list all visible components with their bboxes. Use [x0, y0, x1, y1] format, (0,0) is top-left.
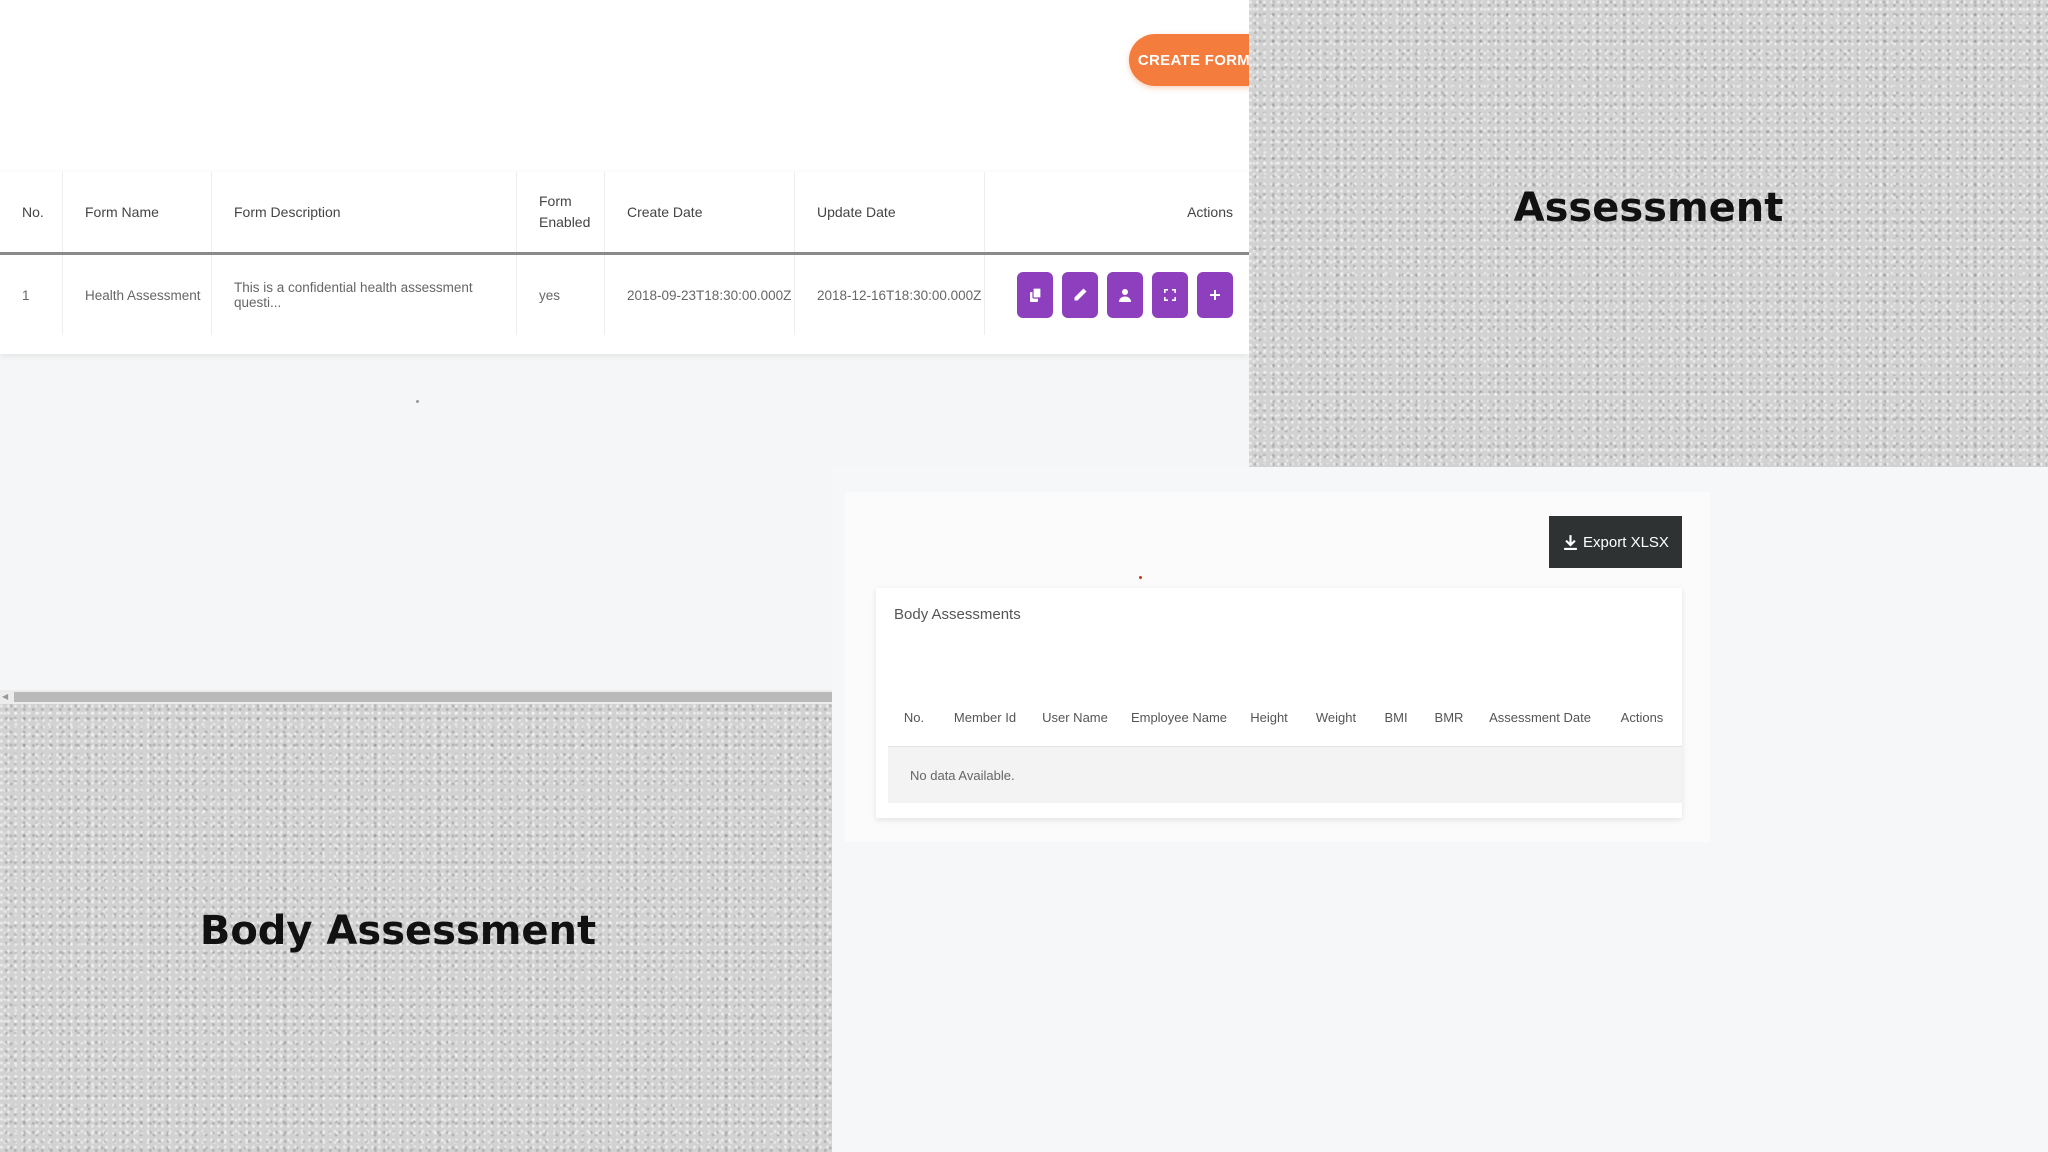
header-update-date: Update Date	[795, 172, 985, 252]
header-create-date: Create Date	[605, 172, 795, 252]
header-actions: Actions	[1187, 204, 1233, 220]
cell-form-enabled: yes	[517, 255, 605, 335]
plus-icon	[1210, 290, 1220, 300]
header-form-description: Form Description	[212, 172, 517, 252]
body-assessments-table: No. Member Id User Name Employee Name He…	[888, 688, 1682, 803]
header-form-enabled: Form Enabled	[517, 172, 605, 252]
cell-no: 1	[0, 255, 63, 335]
assessment-caption-block: Assessment	[1249, 0, 2048, 467]
forms-header	[0, 0, 1249, 172]
assessment-caption: Assessment	[1513, 185, 1784, 231]
body-assessments-card: Body Assessments No. Member Id User Name…	[876, 588, 1682, 818]
header-weight: Weight	[1315, 709, 1357, 725]
scroll-left-icon[interactable]: ◀	[2, 692, 10, 702]
scrollbar-thumb[interactable]	[14, 692, 832, 702]
header-bmr: BMR	[1434, 709, 1464, 725]
card-title: Body Assessments	[894, 606, 1021, 623]
header-height: Height	[1250, 709, 1288, 725]
header-no: No.	[903, 709, 925, 725]
horizontal-scrollbar[interactable]: ◀	[0, 690, 832, 704]
loading-dot	[1139, 576, 1142, 579]
row-actions	[1017, 272, 1233, 318]
header-user-name: User Name	[1042, 709, 1108, 725]
forms-table: No. Form Name Form Description Form Enab…	[0, 172, 1249, 354]
header-assessment-date: Assessment Date	[1489, 709, 1591, 725]
cell-form-name: Health Assessment	[63, 255, 212, 335]
fullscreen-icon	[1164, 289, 1176, 301]
cell-create-date: 2018-09-23T18:30:00.000Z	[605, 255, 795, 335]
body-assessment-caption: Body Assessment	[199, 908, 597, 954]
table-row: 1 Health Assessment This is a confidenti…	[0, 255, 1249, 335]
loading-dot	[416, 400, 419, 403]
table-header-row: No. Form Name Form Description Form Enab…	[0, 172, 1249, 255]
copy-button[interactable]	[1017, 272, 1053, 318]
header-member-id: Member Id	[953, 709, 1017, 725]
export-xlsx-button[interactable]: Export XLSX	[1549, 516, 1682, 568]
copy-icon	[1030, 287, 1042, 302]
cell-form-description: This is a confidential health assessment…	[212, 255, 517, 335]
header-actions: Actions	[1620, 709, 1664, 725]
users-icon	[1119, 289, 1131, 302]
edit-icon	[1074, 288, 1087, 301]
edit-button[interactable]	[1062, 272, 1098, 318]
create-form-button[interactable]: CREATE FORM	[1129, 34, 1259, 86]
table-header-row: No. Member Id User Name Employee Name He…	[888, 688, 1682, 747]
add-button[interactable]	[1197, 272, 1233, 318]
cell-actions	[985, 255, 1249, 335]
fullscreen-button[interactable]	[1152, 272, 1188, 318]
cell-update-date: 2018-12-16T18:30:00.000Z	[795, 255, 985, 335]
header-form-enabled-label: Form Enabled	[539, 193, 591, 230]
body-assessment-caption-block: Body Assessment	[0, 704, 832, 1152]
header-form-name: Form Name	[63, 172, 212, 252]
empty-state-row: No data Available.	[888, 747, 1682, 803]
export-xlsx-label: Export XLSX	[1583, 533, 1669, 551]
download-icon	[1564, 534, 1577, 550]
assign-users-button[interactable]	[1107, 272, 1143, 318]
header-no: No.	[0, 172, 63, 252]
header-bmi: BMI	[1384, 709, 1408, 725]
header-employee-name: Employee Name	[1130, 709, 1228, 725]
